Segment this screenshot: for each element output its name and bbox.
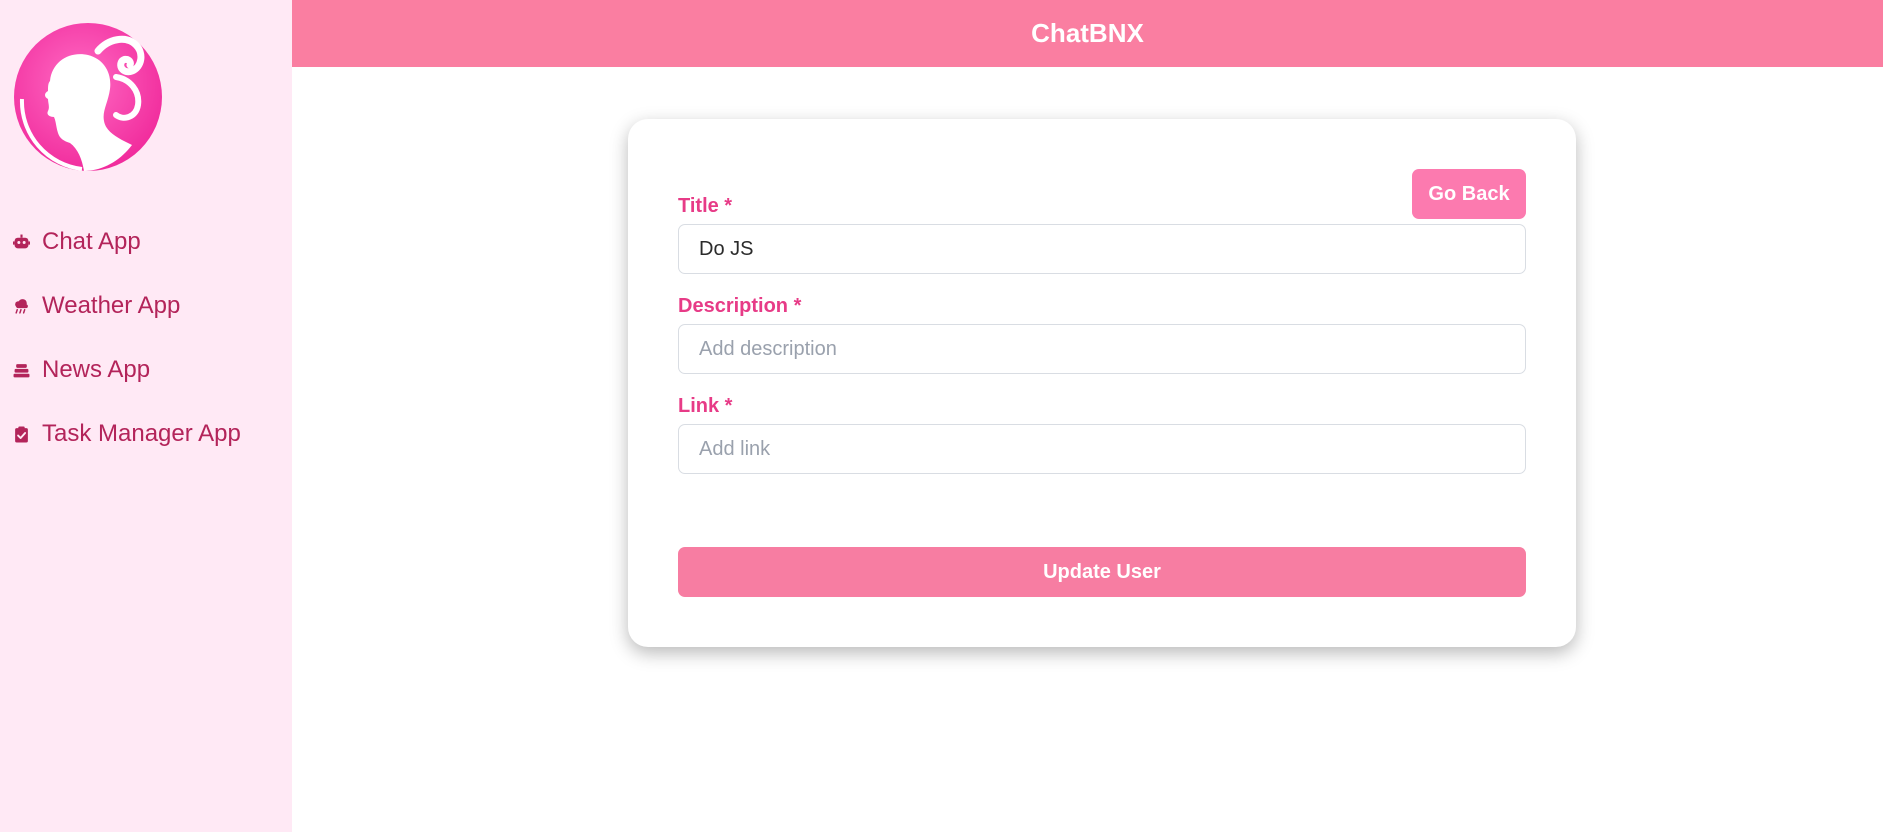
sidebar-item-label: Task Manager App (42, 420, 241, 447)
sidebar-item-label: Weather App (42, 292, 181, 319)
layers-icon (13, 362, 30, 379)
sidebar-item-weather-app[interactable]: Weather App (0, 274, 292, 338)
sidebar-nav: Chat App Weather App News App Task Manag… (0, 210, 292, 466)
update-user-button[interactable]: Update User (678, 547, 1526, 597)
sidebar-item-label: News App (42, 356, 151, 383)
top-header: ChatBNX (292, 0, 1883, 67)
robot-icon (13, 234, 30, 251)
sidebar-item-chat-app[interactable]: Chat App (0, 210, 292, 274)
link-input[interactable] (678, 424, 1526, 474)
app-title: ChatBNX (1031, 18, 1144, 48)
link-label: Link * (678, 395, 733, 417)
title-label: Title * (678, 195, 733, 217)
title-input[interactable] (678, 224, 1526, 274)
sidebar-item-label: Chat App (42, 228, 141, 255)
go-back-button[interactable]: Go Back (1412, 169, 1526, 219)
description-input[interactable] (678, 324, 1526, 374)
description-label: Description * (678, 295, 802, 317)
cloud-rain-icon (13, 298, 30, 315)
sidebar: Chat App Weather App News App Task Manag… (0, 0, 292, 832)
sidebar-item-task-manager-app[interactable]: Task Manager App (0, 402, 292, 466)
sidebar-item-news-app[interactable]: News App (0, 338, 292, 402)
clipboard-check-icon (13, 426, 30, 443)
edit-form-card: Go Back Title * Description * Link * Upd… (628, 119, 1576, 647)
silhouette-logo[interactable] (12, 21, 164, 173)
